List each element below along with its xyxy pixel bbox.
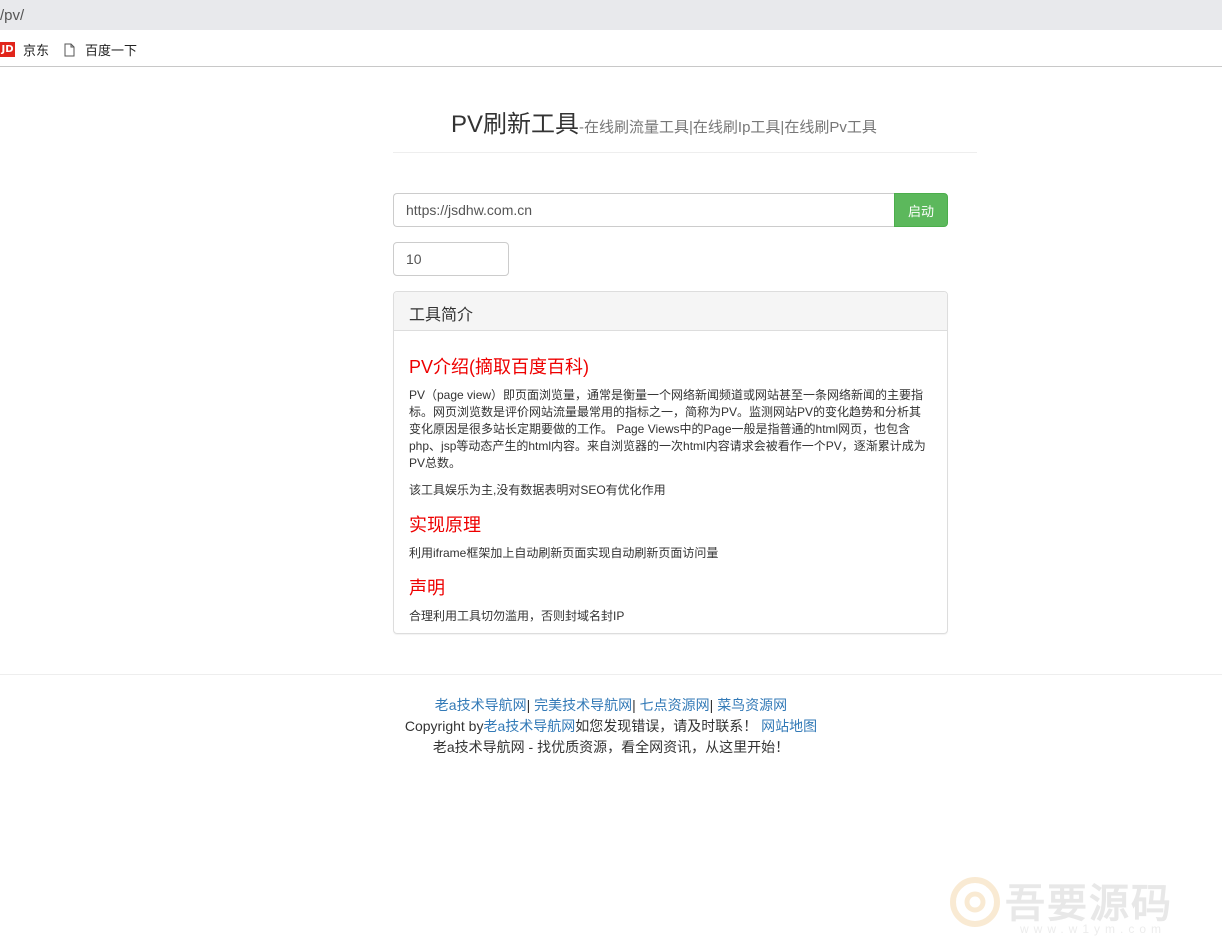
footer-link[interactable]: 完美技术导航网 <box>534 697 632 713</box>
copyright-prefix: Copyright by <box>404 718 484 734</box>
url-input-group: 启动 <box>393 193 948 227</box>
page-icon <box>64 43 75 56</box>
address-url[interactable]: /pv/ <box>0 7 24 24</box>
watermark-logo-icon <box>950 877 1000 927</box>
footer-link[interactable]: 老a技术导航网 <box>435 697 527 713</box>
bookmarks-bar: JD 京东 百度一下 <box>0 30 1222 67</box>
page-subtitle: -在线刷流量工具|在线刷Ip工具|在线刷Pv工具 <box>579 119 877 136</box>
section-paragraph: 利用iframe框架加上自动刷新页面实现自动刷新页面访问量 <box>409 546 719 560</box>
section-paragraph: PV（page view）即页面浏览量，通常是衡量一个网络新闻频道或网站甚至一条… <box>409 388 926 470</box>
jd-logo-icon: JD <box>0 42 15 57</box>
page-footer: 老a技术导航网| 完美技术导航网| 七点资源网| 菜鸟资源网 Copyright… <box>0 674 1222 758</box>
watermark: 吾要源码 www.w1ym.com <box>945 860 1215 940</box>
footer-slogan: 老a技术导航网 - 找优质资源，看全网资讯，从这里开始！ <box>432 739 790 755</box>
footer-links: 老a技术导航网| 完美技术导航网| 七点资源网| 菜鸟资源网 <box>434 697 788 713</box>
page-header: PV刷新工具-在线刷流量工具|在线刷Ip工具|在线刷Pv工具 <box>393 100 977 153</box>
url-input[interactable] <box>393 193 894 227</box>
section-title-principle: 实现原理 <box>409 515 481 535</box>
section-paragraph: 合理利用工具切勿滥用，否则封域名封IP <box>409 609 625 623</box>
copyright-mid: 如您发现错误，请及时联系！ <box>575 718 758 734</box>
footer-link[interactable]: 菜鸟资源网 <box>717 697 787 713</box>
start-button[interactable]: 启动 <box>894 193 948 227</box>
bookmark-label: 百度一下 <box>85 43 138 58</box>
bookmark-baidu[interactable]: 百度一下 <box>64 40 137 59</box>
section-title-disclaimer: 声明 <box>409 578 445 598</box>
address-bar[interactable]: /pv/ <box>0 0 1222 30</box>
section-title-pv: PV介绍(摘取百度百科) <box>409 357 589 377</box>
intro-panel: 工具简介 PV介绍(摘取百度百科) PV（page view）即页面浏览量，通常… <box>393 291 948 634</box>
bookmark-jd[interactable]: JD 京东 <box>0 40 49 59</box>
footer-link[interactable]: 七点资源网 <box>640 697 710 713</box>
copyright-link[interactable]: 老a技术导航网 <box>483 718 575 734</box>
panel-body: PV介绍(摘取百度百科) PV（page view）即页面浏览量，通常是衡量一个… <box>394 331 947 645</box>
sitemap-link[interactable]: 网站地图 <box>761 718 817 734</box>
watermark-sub: www.w1ym.com <box>1020 922 1167 936</box>
footer-copyright: Copyright by老a技术导航网如您发现错误，请及时联系！ 网站地图 <box>0 716 1222 737</box>
bookmark-label: 京东 <box>23 43 50 58</box>
panel-heading: 工具简介 <box>394 292 947 331</box>
section-paragraph: 该工具娱乐为主,没有数据表明对SEO有优化作用 <box>409 483 666 497</box>
watermark-text: 吾要源码 <box>1005 880 1173 927</box>
count-input[interactable] <box>393 242 509 276</box>
page-title: PV刷新工具 <box>451 111 580 138</box>
